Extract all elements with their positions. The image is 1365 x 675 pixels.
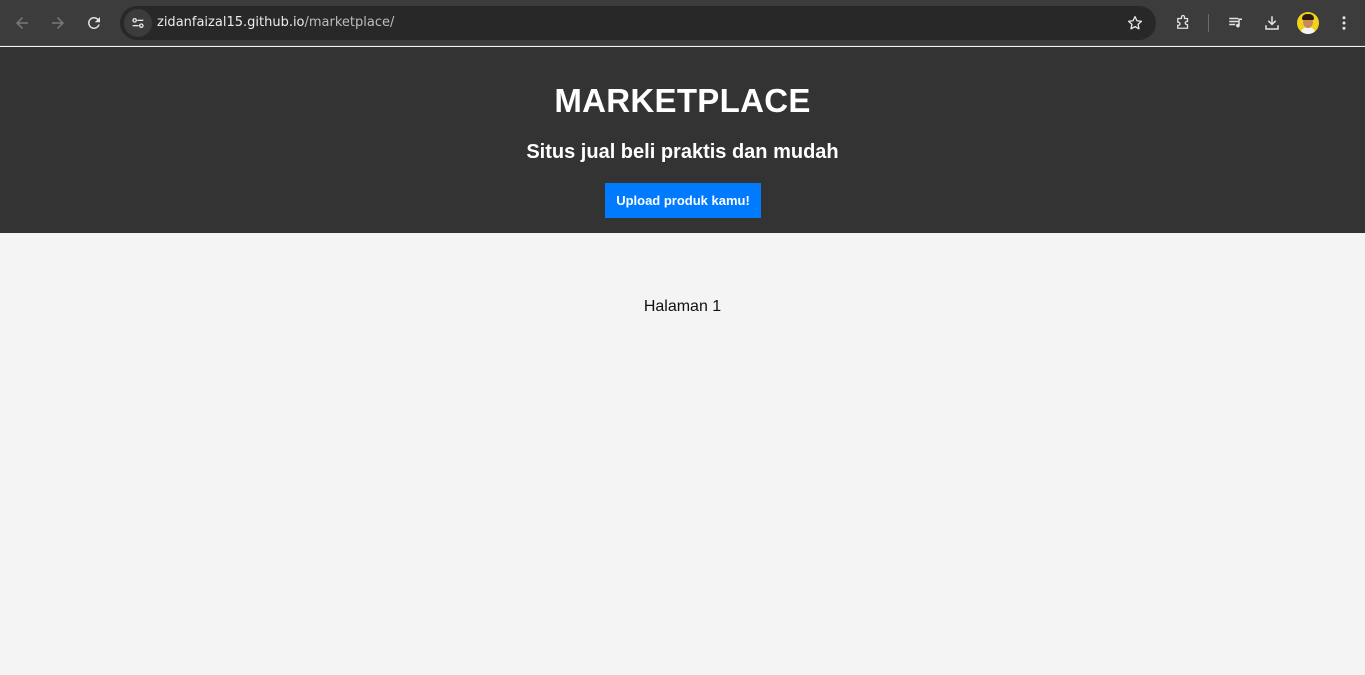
address-bar[interactable]: zidanfaizal15.github.io/marketplace/ xyxy=(120,6,1156,40)
forward-button[interactable] xyxy=(43,8,73,38)
forward-icon xyxy=(52,17,64,29)
page-subtitle: Situs jual beli praktis dan mudah xyxy=(526,141,839,163)
reload-button[interactable] xyxy=(79,8,109,38)
extensions-button[interactable] xyxy=(1168,8,1198,38)
bookmark-star-icon xyxy=(1127,15,1143,30)
site-info-button[interactable] xyxy=(124,9,152,37)
upload-product-button[interactable]: Upload produk kamu! xyxy=(605,183,761,218)
back-button[interactable] xyxy=(7,8,37,38)
page-title: MARKETPLACE xyxy=(554,82,811,119)
url-host: zidanfaizal15.github.io xyxy=(157,15,305,30)
bookmark-button[interactable] xyxy=(1124,12,1146,34)
page-header: MARKETPLACE Situs jual beli praktis dan … xyxy=(0,47,1365,233)
url-text[interactable]: zidanfaizal15.github.io/marketplace/ xyxy=(157,6,394,40)
back-icon xyxy=(16,17,28,29)
page-number-label: Halaman 1 xyxy=(643,298,722,315)
menu-icon xyxy=(1342,16,1346,30)
media-queue-button[interactable] xyxy=(1221,8,1251,38)
download-button[interactable] xyxy=(1257,8,1287,38)
download-icon xyxy=(1265,16,1279,30)
toolbar-divider xyxy=(1208,14,1209,32)
profile-avatar[interactable] xyxy=(1297,12,1319,34)
extensions-icon xyxy=(1177,14,1189,29)
media-queue-icon xyxy=(1229,17,1242,28)
url-path: /marketplace/ xyxy=(304,15,395,30)
reload-icon xyxy=(88,17,100,29)
site-info-icon xyxy=(132,18,144,28)
browser-toolbar: zidanfaizal15.github.io/marketplace/ xyxy=(0,0,1365,46)
menu-button[interactable] xyxy=(1329,8,1359,38)
